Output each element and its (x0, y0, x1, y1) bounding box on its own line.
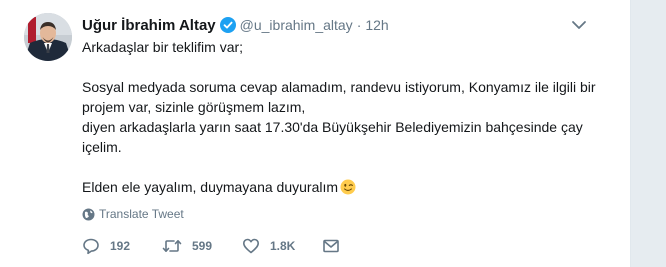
retweet-icon (162, 240, 182, 252)
tweet-text: Arkadaşlar bir teklifim var; Sosyal medy… (82, 37, 602, 197)
tweet-line: diyen arkadaşlarla yarın saat 17.30'da B… (82, 119, 583, 155)
reply-count: 192 (110, 239, 131, 253)
reply-icon (83, 238, 99, 255)
envelope-icon (323, 239, 339, 253)
tweet-header: Uğur İbrahim Altay @u_ibrahim_altay · 12… (82, 14, 389, 36)
avatar[interactable] (24, 13, 72, 61)
tweet-line: Arkadaşlar bir teklifim var; (82, 39, 244, 55)
header-separator: · (356, 17, 362, 33)
tweet-timestamp[interactable]: 12h (365, 17, 388, 33)
chevron-down-icon[interactable] (571, 18, 587, 30)
avatar-image (24, 13, 72, 61)
reply-button[interactable]: 192 (82, 237, 162, 255)
translate-label[interactable]: Translate Tweet (99, 207, 184, 221)
retweet-count: 599 (192, 239, 213, 253)
translate-tweet-link[interactable]: Translate Tweet (82, 207, 184, 221)
retweet-button[interactable]: 599 (162, 237, 242, 255)
verified-badge-icon (219, 17, 236, 33)
tweet-line: Sosyal medyada soruma cevap alamadım, ra… (82, 79, 596, 115)
like-button[interactable]: 1.8K (242, 237, 322, 255)
globe-icon (82, 208, 95, 220)
winking-face-icon (340, 179, 356, 195)
tweet-line: Elden ele yayalım, duymayana duyuralım (82, 179, 339, 195)
user-name[interactable]: Uğur İbrahim Altay (82, 17, 216, 34)
tweet-line-last: Elden ele yayalım, duymayana duyuralım (82, 177, 602, 197)
heart-icon (243, 238, 259, 254)
direct-message-button[interactable] (322, 237, 352, 255)
tweet-actions: 192 599 1.8K (82, 236, 352, 256)
like-count: 1.8K (270, 239, 296, 253)
tweet-card[interactable]: Uğur İbrahim Altay @u_ibrahim_altay · 12… (0, 0, 631, 267)
user-handle[interactable]: @u_ibrahim_altay (240, 17, 353, 33)
